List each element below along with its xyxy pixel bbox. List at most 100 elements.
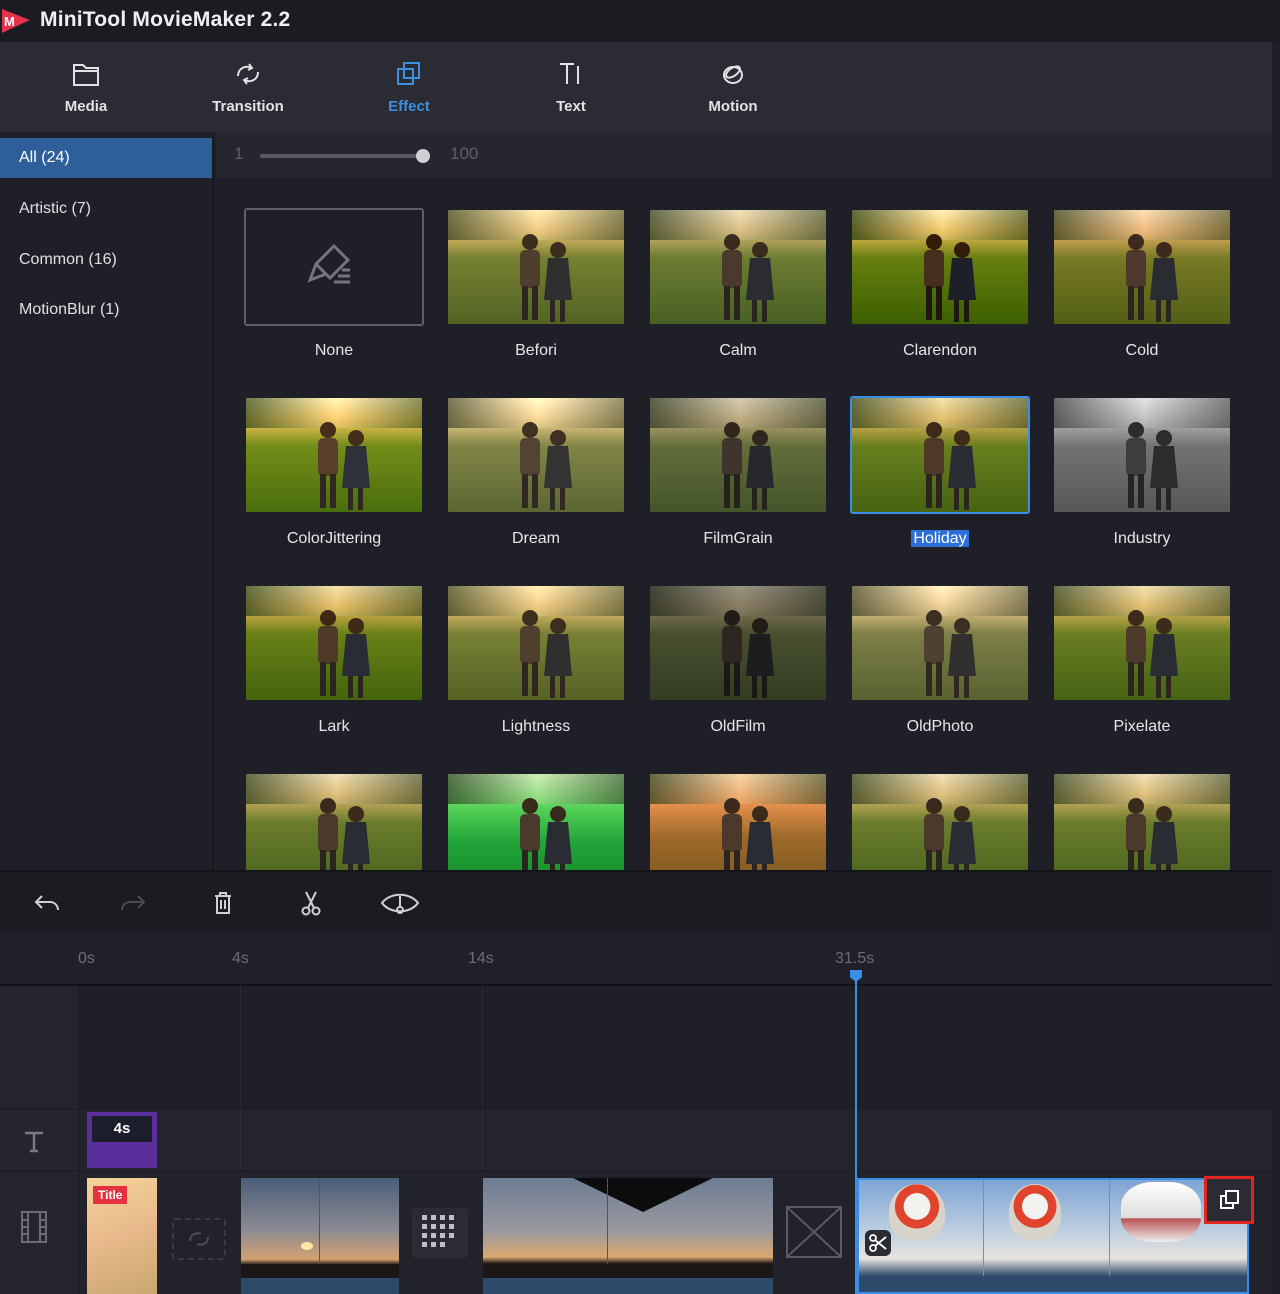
mosaic-transition-icon <box>422 1215 454 1247</box>
motion-tab[interactable]: Motion <box>668 42 798 132</box>
media-tab[interactable]: Media <box>21 42 151 132</box>
children-figures <box>520 610 572 698</box>
video-clip-balloons[interactable] <box>857 1178 1249 1294</box>
effect-tile[interactable]: Calm <box>648 208 830 378</box>
video-clip-sunset-2[interactable] <box>483 1178 773 1294</box>
effect-name: Industry <box>1052 530 1232 548</box>
video-clip-sunset-1[interactable] <box>241 1178 399 1294</box>
effect-tile[interactable]: FilmGrain <box>648 396 830 566</box>
effect-tile[interactable] <box>446 772 628 870</box>
category-label: Artistic <box>19 200 67 217</box>
ruler-tick: 31.5s <box>835 950 875 967</box>
effect-name: Befori <box>446 342 626 360</box>
effect-name: None <box>244 342 424 360</box>
effect-tile[interactable]: Dream <box>446 396 628 566</box>
effect-tile[interactable]: Pixelate <box>1052 584 1234 754</box>
slider-max-label: 100 <box>450 144 479 163</box>
ruler-tick: 14s <box>468 950 494 967</box>
apply-effect-button[interactable] <box>1204 1176 1254 1224</box>
timeline-ruler[interactable]: 0s 4s 14s 31.5s <box>0 932 1272 986</box>
title-text-clip[interactable]: 4s <box>87 1112 157 1168</box>
photo-scene <box>852 774 1028 870</box>
effect-tile[interactable]: Industry <box>1052 396 1234 566</box>
effect-tab-label: Effect <box>388 98 430 115</box>
category-common[interactable]: Common (16) <box>0 240 212 280</box>
photo-scene <box>448 398 624 512</box>
effect-tile[interactable]: None <box>244 208 426 378</box>
effect-tile[interactable] <box>244 772 426 870</box>
effect-tile[interactable]: Clarendon <box>850 208 1032 378</box>
delete-icon[interactable] <box>208 888 238 918</box>
effect-tile[interactable] <box>648 772 830 870</box>
effect-name-text: Dream <box>511 530 560 547</box>
effect-tile[interactable]: Befori <box>446 208 628 378</box>
category-motionblur[interactable]: MotionBlur (1) <box>0 290 212 330</box>
slider-track[interactable] <box>260 154 422 158</box>
effect-tile[interactable]: Lightness <box>446 584 628 754</box>
effect-name-text: OldPhoto <box>906 718 974 735</box>
timeline-toolbar <box>0 870 1272 932</box>
transition-cross[interactable] <box>786 1206 842 1258</box>
photo-scene <box>852 586 1028 700</box>
effect-thumbnail <box>648 584 828 702</box>
transition-tab-label: Transition <box>212 98 284 115</box>
effect-tile[interactable]: Holiday <box>850 396 1032 566</box>
zoom-fit-icon[interactable] <box>380 888 420 918</box>
transition-icon <box>237 63 259 85</box>
effect-tile[interactable]: Lark <box>244 584 426 754</box>
effect-tile[interactable]: OldFilm <box>648 584 830 754</box>
effect-tile[interactable]: OldPhoto <box>850 584 1032 754</box>
effect-thumbnail <box>244 584 424 702</box>
title-clip[interactable]: Title <box>87 1178 157 1294</box>
effect-tile[interactable]: Cold <box>1052 208 1234 378</box>
slider-handle[interactable] <box>416 149 430 163</box>
effect-tab[interactable]: Effect <box>344 42 474 132</box>
children-figures <box>924 610 976 698</box>
cut-clip-button[interactable] <box>865 1230 891 1256</box>
clip-duration-label: 4s <box>92 1116 152 1142</box>
effect-name-text: FilmGrain <box>703 530 773 547</box>
intensity-slider-bar: 1 100 <box>216 132 1272 178</box>
effect-name-text: Industry <box>1113 530 1171 547</box>
transition-mosaic[interactable] <box>412 1208 468 1258</box>
effect-name-text: Cold <box>1125 342 1159 359</box>
effect-name-text: Clarendon <box>903 342 977 359</box>
category-label: All <box>19 149 37 166</box>
undo-icon[interactable] <box>32 888 62 918</box>
split-icon[interactable] <box>296 888 326 918</box>
effect-name: Cold <box>1052 342 1232 360</box>
transition-slot[interactable] <box>172 1218 226 1260</box>
playhead-line[interactable] <box>855 972 857 1294</box>
redo-icon[interactable] <box>118 888 148 918</box>
effect-name: ColorJittering <box>244 530 424 548</box>
children-figures <box>924 234 976 322</box>
photo-scene <box>448 210 624 324</box>
children-figures <box>722 422 774 510</box>
main-toolbar: Media Transition Effect Text Motion <box>0 42 1272 132</box>
effect-tile[interactable]: ColorJittering <box>244 396 426 566</box>
minitool-logo-icon: M <box>2 9 30 33</box>
text-tab[interactable]: Text <box>506 42 636 132</box>
motion-tab-label: Motion <box>708 98 758 115</box>
children-figures <box>318 610 370 698</box>
motion-icon <box>723 65 743 84</box>
effect-name-text: Lightness <box>501 718 571 735</box>
ruler-tick: 4s <box>232 950 249 967</box>
empty-track <box>80 986 1272 1108</box>
category-artistic[interactable]: Artistic (7) <box>0 189 212 229</box>
effect-thumbnail <box>1052 584 1232 702</box>
category-label: Common <box>19 251 84 268</box>
photo-scene <box>246 586 422 700</box>
svg-text:M: M <box>4 14 15 29</box>
effect-tile[interactable] <box>1052 772 1234 870</box>
category-all[interactable]: All (24) <box>0 138 212 178</box>
children-figures <box>1126 610 1178 698</box>
children-figures <box>1126 234 1178 322</box>
effect-name-text: Calm <box>719 342 757 359</box>
effect-name-text: Befori <box>515 342 557 359</box>
transition-tab[interactable]: Transition <box>183 42 313 132</box>
text-icon <box>560 63 579 84</box>
photo-scene <box>1054 586 1230 700</box>
empty-track-header <box>0 986 78 1108</box>
effect-tile[interactable] <box>850 772 1032 870</box>
